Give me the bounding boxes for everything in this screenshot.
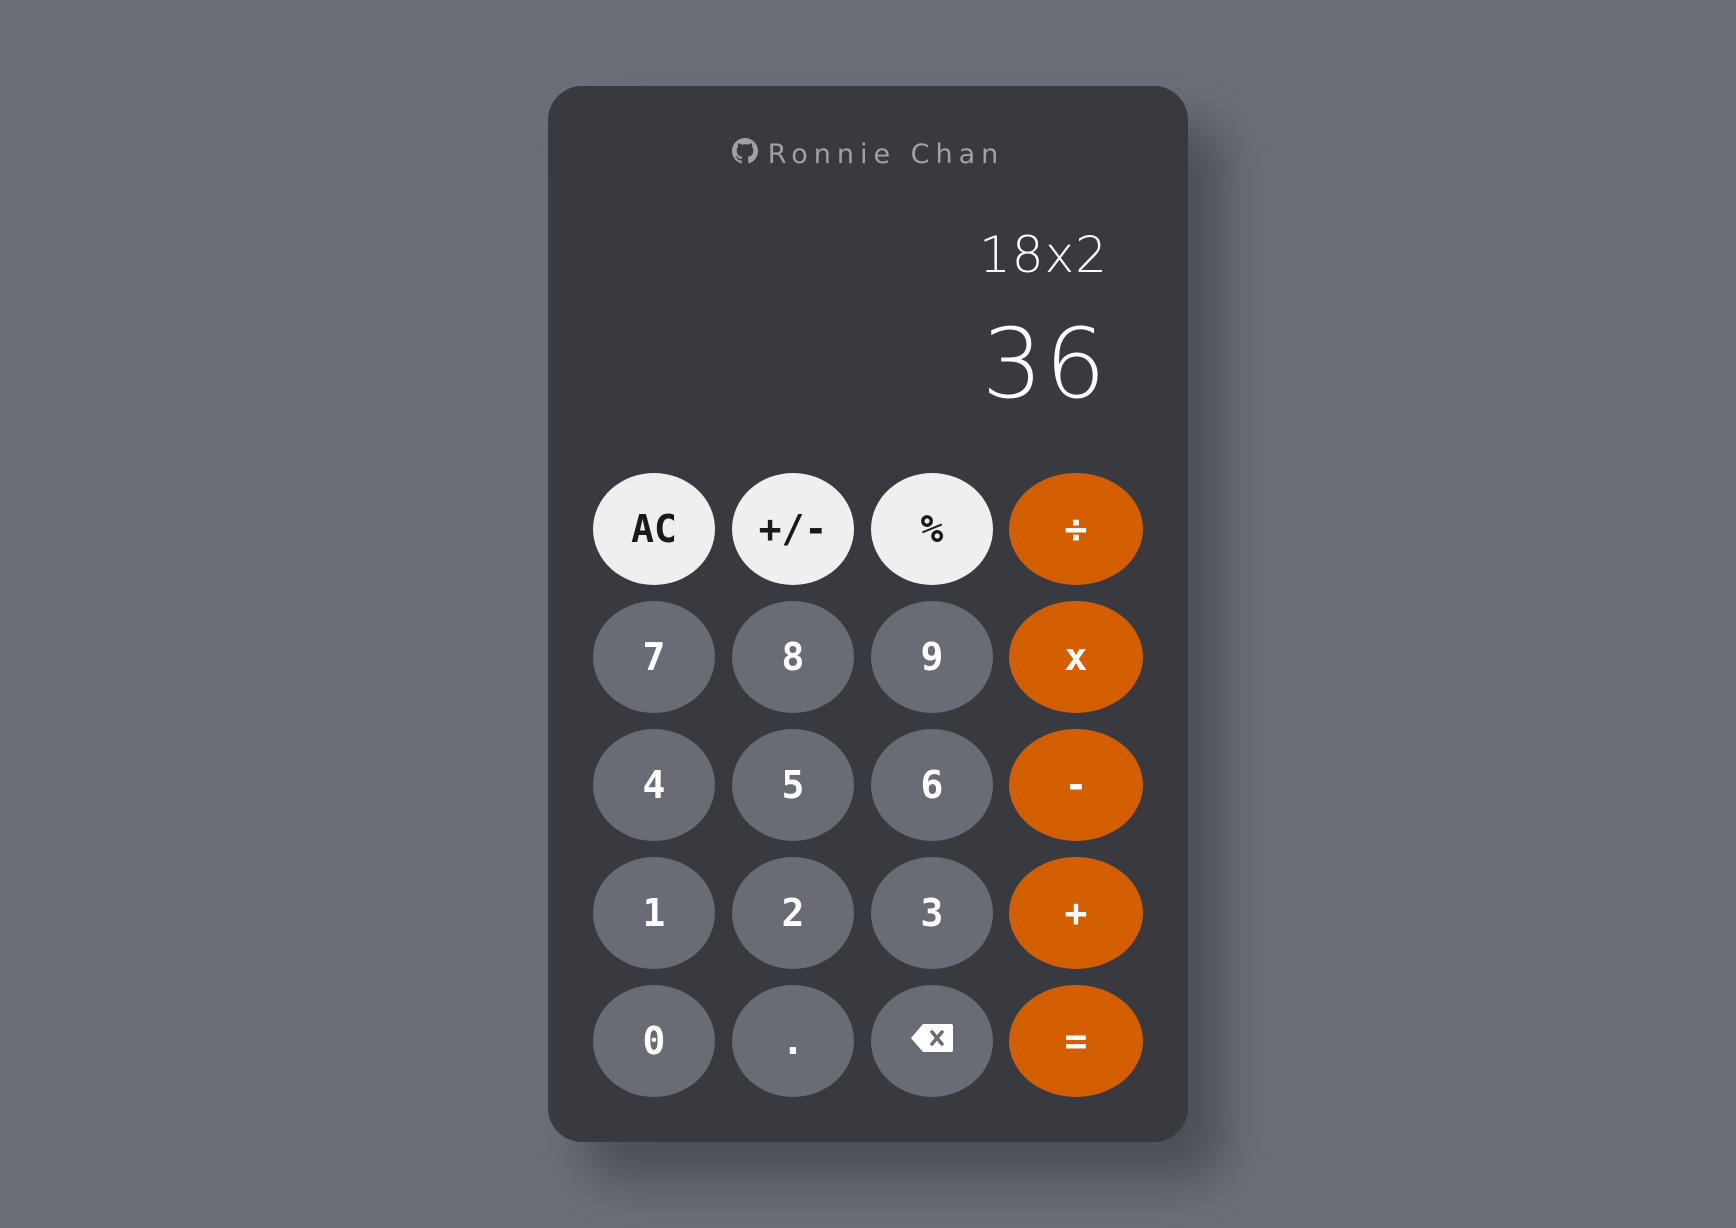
digit-3-button[interactable]: 3 — [871, 857, 993, 969]
divide-button[interactable]: ÷ — [1009, 473, 1143, 585]
digit-9-button[interactable]: 9 — [871, 601, 993, 713]
calculator: Ronnie Chan 18x2 36 AC +/- % ÷ 7 8 9 x 4… — [548, 86, 1188, 1142]
digit-5-button[interactable]: 5 — [732, 729, 854, 841]
digit-8-button[interactable]: 8 — [732, 601, 854, 713]
digit-7-button[interactable]: 7 — [593, 601, 715, 713]
ac-button[interactable]: AC — [593, 473, 715, 585]
author-name: Ronnie Chan — [767, 139, 1005, 170]
backspace-button[interactable] — [871, 985, 993, 1097]
result-display: 36 — [981, 308, 1108, 420]
add-button[interactable]: + — [1009, 857, 1143, 969]
digit-1-button[interactable]: 1 — [593, 857, 715, 969]
digit-0-button[interactable]: 0 — [593, 985, 715, 1097]
equals-button[interactable]: = — [1009, 985, 1143, 1097]
backspace-icon — [909, 1019, 955, 1063]
github-icon — [731, 138, 758, 171]
toggle-sign-button[interactable]: +/- — [732, 473, 854, 585]
author-link[interactable]: Ronnie Chan — [548, 138, 1188, 171]
percent-button[interactable]: % — [871, 473, 993, 585]
multiply-button[interactable]: x — [1009, 601, 1143, 713]
digit-2-button[interactable]: 2 — [732, 857, 854, 969]
digit-4-button[interactable]: 4 — [593, 729, 715, 841]
expression-display: 18x2 — [978, 226, 1108, 284]
subtract-button[interactable]: - — [1009, 729, 1143, 841]
digit-6-button[interactable]: 6 — [871, 729, 993, 841]
decimal-button[interactable]: . — [732, 985, 854, 1097]
